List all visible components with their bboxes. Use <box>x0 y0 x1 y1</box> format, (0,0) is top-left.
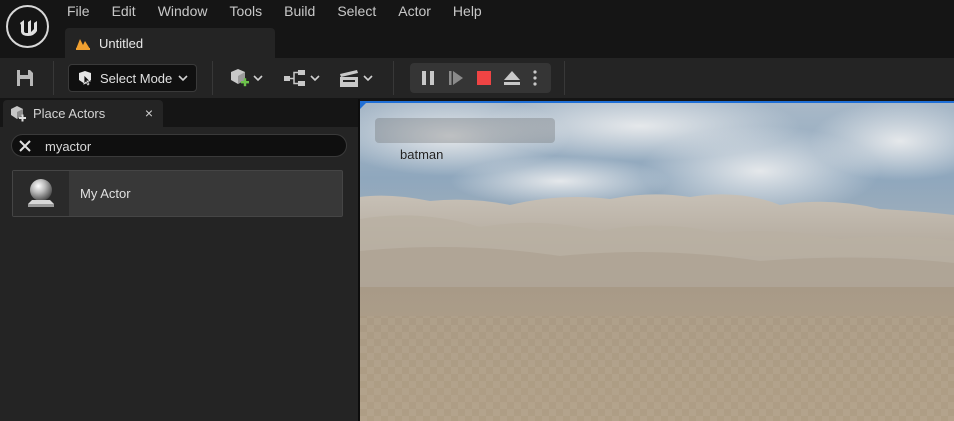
main-toolbar: Select Mode <box>0 58 954 98</box>
chevron-down-icon <box>253 75 263 82</box>
select-mode-dropdown[interactable]: Select Mode <box>68 64 197 92</box>
add-actor-button[interactable] <box>228 66 263 90</box>
place-actors-tabstrip: Place Actors × <box>0 99 358 127</box>
place-actors-title: Place Actors <box>33 106 106 121</box>
toolbar-separator <box>212 61 213 95</box>
unreal-editor-window: File Edit Window Tools Build Select Acto… <box>0 0 954 421</box>
actor-list-item[interactable]: My Actor <box>12 170 343 217</box>
menu-file[interactable]: File <box>56 0 101 24</box>
options-kebab-icon[interactable] <box>531 69 539 87</box>
level-viewport[interactable]: batman <box>360 101 954 421</box>
eject-icon[interactable] <box>503 69 521 87</box>
actor-sphere-icon <box>28 178 54 207</box>
select-mode-icon <box>79 71 91 86</box>
menu-window[interactable]: Window <box>147 0 219 24</box>
pause-icon[interactable] <box>419 69 437 87</box>
stop-icon[interactable] <box>475 69 493 87</box>
menu-edit[interactable]: Edit <box>101 0 147 24</box>
toolbar-separator <box>564 61 565 95</box>
cinematics-icon <box>340 70 358 87</box>
actor-search-input[interactable] <box>45 137 335 155</box>
place-actors-icon <box>11 105 26 121</box>
unreal-logo-icon[interactable] <box>6 5 49 48</box>
chevron-down-icon <box>363 75 373 82</box>
menu-actor[interactable]: Actor <box>387 0 442 24</box>
viewport-scene <box>360 101 954 421</box>
blueprints-button[interactable] <box>283 66 320 90</box>
actor-search-box <box>11 134 347 157</box>
blueprint-icon <box>284 70 305 86</box>
viewport-focus-border <box>360 101 954 103</box>
select-mode-label: Select Mode <box>100 70 173 86</box>
document-tab-title: Untitled <box>99 35 144 51</box>
menu-tools[interactable]: Tools <box>218 0 273 24</box>
step-frame-icon[interactable] <box>447 69 465 87</box>
viewport-corner-marker <box>360 101 368 109</box>
viewport-overlay-label: batman <box>400 147 444 162</box>
play-controls <box>410 63 551 93</box>
toolbar-separator <box>393 61 394 95</box>
menu-build[interactable]: Build <box>273 0 326 24</box>
title-bar: File Edit Window Tools Build Select Acto… <box>0 0 954 58</box>
place-actors-tab[interactable]: Place Actors × <box>3 100 163 127</box>
cinematics-button[interactable] <box>338 66 373 90</box>
level-icon <box>76 39 90 50</box>
actor-thumbnail <box>13 171 69 216</box>
actor-item-label: My Actor <box>80 186 131 201</box>
chevron-down-icon <box>178 75 188 82</box>
chevron-down-icon <box>310 75 320 82</box>
close-tab-button[interactable]: × <box>145 105 153 121</box>
add-actor-icon <box>231 69 249 87</box>
clear-search-icon[interactable] <box>17 138 33 154</box>
place-actors-panel: My Actor <box>0 127 358 421</box>
menu-select[interactable]: Select <box>326 0 387 24</box>
main-menu-bar: File Edit Window Tools Build Select Acto… <box>56 0 493 24</box>
menu-help[interactable]: Help <box>442 0 493 24</box>
viewport-overlay-button[interactable] <box>375 118 555 143</box>
save-icon[interactable] <box>14 67 36 89</box>
level-document-tab[interactable]: Untitled <box>65 28 275 58</box>
toolbar-separator <box>53 61 54 95</box>
